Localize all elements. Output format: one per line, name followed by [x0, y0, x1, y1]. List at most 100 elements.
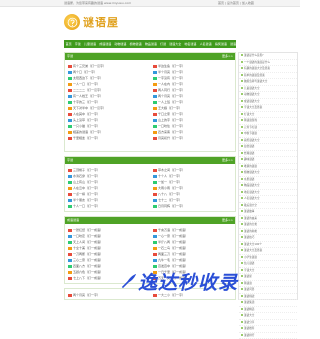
riddle-link[interactable]: 十全十美（打一成语）	[73, 246, 103, 250]
list-item[interactable]: 千里相逢（打一字）	[68, 135, 148, 141]
riddle-link[interactable]: 有个三兄弟（打一汉字）	[73, 64, 106, 68]
riddle-link[interactable]: 王大娘（打一字）	[158, 106, 182, 110]
bullet-icon	[241, 243, 243, 245]
tag-badge	[68, 241, 72, 244]
riddle-link[interactable]: 一只小猫（打一字）	[73, 124, 100, 128]
nav-item[interactable]: 儿童谜语	[82, 42, 97, 46]
list-item[interactable]: 日月同辉（打一字）	[153, 203, 233, 209]
bullet-icon	[241, 334, 243, 336]
nav-item[interactable]: 地名谜语	[183, 42, 198, 46]
riddle-link[interactable]: 九牛一毛（打一成语）	[158, 258, 188, 262]
riddle-link[interactable]: 一字没有（打一字）	[158, 76, 185, 80]
riddle-link[interactable]: 有一人姓王（打一字）	[73, 94, 103, 98]
riddle-link[interactable]: 一刀两断（打一成语）	[73, 252, 103, 256]
riddle-link[interactable]: 五颜六色（打一成语）	[73, 270, 103, 274]
riddle-link[interactable]: 两面三刀（打一成语）	[158, 252, 188, 256]
nav-item[interactable]: 谜语大全	[168, 42, 183, 46]
riddle-link[interactable]: 十字的三（打一字）	[73, 100, 100, 104]
nav-item[interactable]: 动物谜语	[113, 42, 128, 46]
riddle-link[interactable]: 两人同行（打一字）	[158, 88, 185, 92]
nav-item[interactable]: 植物谜语	[128, 42, 143, 46]
sidebar-link-text: 动物谜语大全	[244, 93, 260, 96]
riddle-link[interactable]: 三顶帽子（打一字）	[73, 168, 100, 172]
riddle-link[interactable]: 水滴石穿（打一字）	[73, 174, 100, 178]
riddle-link[interactable]: 月亮初升（打一字）	[158, 136, 185, 140]
tag-badge	[68, 235, 72, 238]
riddle-link[interactable]: 两个口（打一字）	[73, 70, 97, 74]
riddle-link[interactable]: 十个人（打一字）	[158, 174, 182, 178]
tag-badge	[153, 83, 157, 86]
bullet-icon	[241, 171, 243, 173]
top-links[interactable]: 首页 | 设为首页 | 加入收藏	[218, 1, 254, 5]
bullet-icon	[241, 230, 243, 232]
riddle-link[interactable]: 一加一（打一字）	[158, 180, 182, 184]
riddle-link[interactable]: 人在云中（打一字）	[73, 186, 100, 190]
riddle-link[interactable]: 两个月亮（打一字）	[73, 293, 100, 297]
riddle-link[interactable]: 八十八（打一字）	[158, 192, 182, 196]
nav-item[interactable]: 成语谜语	[98, 42, 113, 46]
riddle-link[interactable]: 山上有山（打一字）	[73, 180, 100, 184]
more-link[interactable]: 更多>>	[222, 53, 233, 60]
nav-item[interactable]: 搞笑谜语	[213, 42, 228, 46]
riddle-link[interactable]: 相差的谜语（打一字）	[73, 130, 103, 134]
riddle-link[interactable]: 天上人间（打一成语）	[73, 240, 103, 244]
tag-badge	[68, 181, 72, 184]
sidebar-link[interactable]: 谜语排行	[239, 333, 297, 339]
riddle-link[interactable]: 七十二（打一字）	[158, 198, 182, 202]
tag-badge	[68, 95, 72, 98]
more-link[interactable]: 更多>>	[222, 217, 233, 224]
nav-item[interactable]: 人名谜语	[198, 42, 213, 46]
riddle-link[interactable]: 一口咬住（打一字）	[158, 124, 185, 128]
riddle-link[interactable]: 千口之家（打一字）	[158, 112, 185, 116]
riddle-link[interactable]: 人在其中（打一字）	[73, 112, 100, 116]
riddle-link[interactable]: 千言万语（打一成语）	[158, 228, 188, 232]
bullet-icon	[241, 275, 243, 277]
riddle-link[interactable]: 一张红纸（打一成语）	[73, 228, 103, 232]
riddle-link[interactable]: 四方来客（打一字）	[158, 130, 185, 134]
riddle-link[interactable]: 千里相逢（打一字）	[73, 136, 100, 140]
tag-badge	[68, 119, 72, 122]
riddle-link[interactable]: 三心二意（打一成语）	[73, 258, 103, 262]
sidebar-link-text: 灯谜大全	[244, 113, 254, 116]
site-logo[interactable]: 谜语屋	[64, 12, 119, 32]
nav-item[interactable]: 首页	[64, 42, 73, 46]
riddle-link[interactable]: 四面八方（打一成语）	[73, 264, 103, 268]
riddle-link[interactable]: 一人上班（打一字）	[158, 100, 185, 104]
riddle-link[interactable]: 一心一意（打一成语）	[158, 234, 188, 238]
nav-item[interactable]: 谜语故事	[228, 42, 243, 46]
tag-badge	[68, 101, 72, 104]
nav-item[interactable]: 物品谜语	[143, 42, 158, 46]
riddle-link[interactable]: 山上的字（打一字）	[158, 118, 185, 122]
panel-header: 成语谜语 更多>>	[65, 217, 235, 224]
bullet-icon	[241, 74, 243, 76]
riddle-link[interactable]: 日月同辉（打一字）	[158, 204, 185, 208]
riddle-link[interactable]: 头上没草（打一字）	[73, 118, 100, 122]
riddle-link[interactable]: 一口咬定（打一成语）	[73, 234, 103, 238]
list-item[interactable]: 月亮初升（打一字）	[153, 135, 233, 141]
riddle-link[interactable]: 一人一口（打一字）	[73, 82, 100, 86]
riddle-link[interactable]: 半斤八两（打一成语）	[158, 240, 188, 244]
nav-item[interactable]: 灯谜	[158, 42, 167, 46]
riddle-link[interactable]: 半个朋友（打一字）	[73, 198, 100, 202]
riddle-link[interactable]: 天下对半中（打一汉字）	[73, 106, 106, 110]
bullet-icon	[241, 308, 243, 310]
tag-badge	[153, 77, 157, 80]
riddle-link[interactable]: 一石二鸟（打一成语）	[158, 246, 188, 250]
riddle-link[interactable]: 太阳西边下（打一字）	[73, 76, 103, 80]
tag-badge	[153, 199, 157, 202]
riddle-link[interactable]: 二二二二（打一汉字）	[73, 88, 103, 92]
nav-item[interactable]: 字谜	[73, 42, 82, 46]
more-link[interactable]: 更多>>	[222, 157, 233, 164]
tag-badge	[153, 137, 157, 140]
riddle-link[interactable]: 七上八下（打一成语）	[73, 276, 103, 280]
riddle-link[interactable]: 十人一口（打一字）	[73, 204, 100, 208]
list-item[interactable]: 十人一口（打一字）	[68, 203, 148, 209]
riddle-link[interactable]: 草木之间（打一字）	[158, 168, 185, 172]
riddle-link[interactable]: 两个月亮（打一字）	[158, 94, 185, 98]
riddle-link[interactable]: 一点一横（打一字）	[73, 192, 100, 196]
riddle-column: 半边生鱼（打一字） 半个月亮（打一字） 一字没有（打一字） 一人在内（打一字） 两人同行…	[153, 63, 233, 141]
riddle-link[interactable]: 一人在内（打一字）	[158, 82, 185, 86]
riddle-link[interactable]: 大雨小雨（打一字）	[158, 186, 185, 190]
riddle-link[interactable]: 半边生鱼（打一字）	[158, 64, 185, 68]
riddle-link[interactable]: 半个月亮（打一字）	[158, 70, 185, 74]
